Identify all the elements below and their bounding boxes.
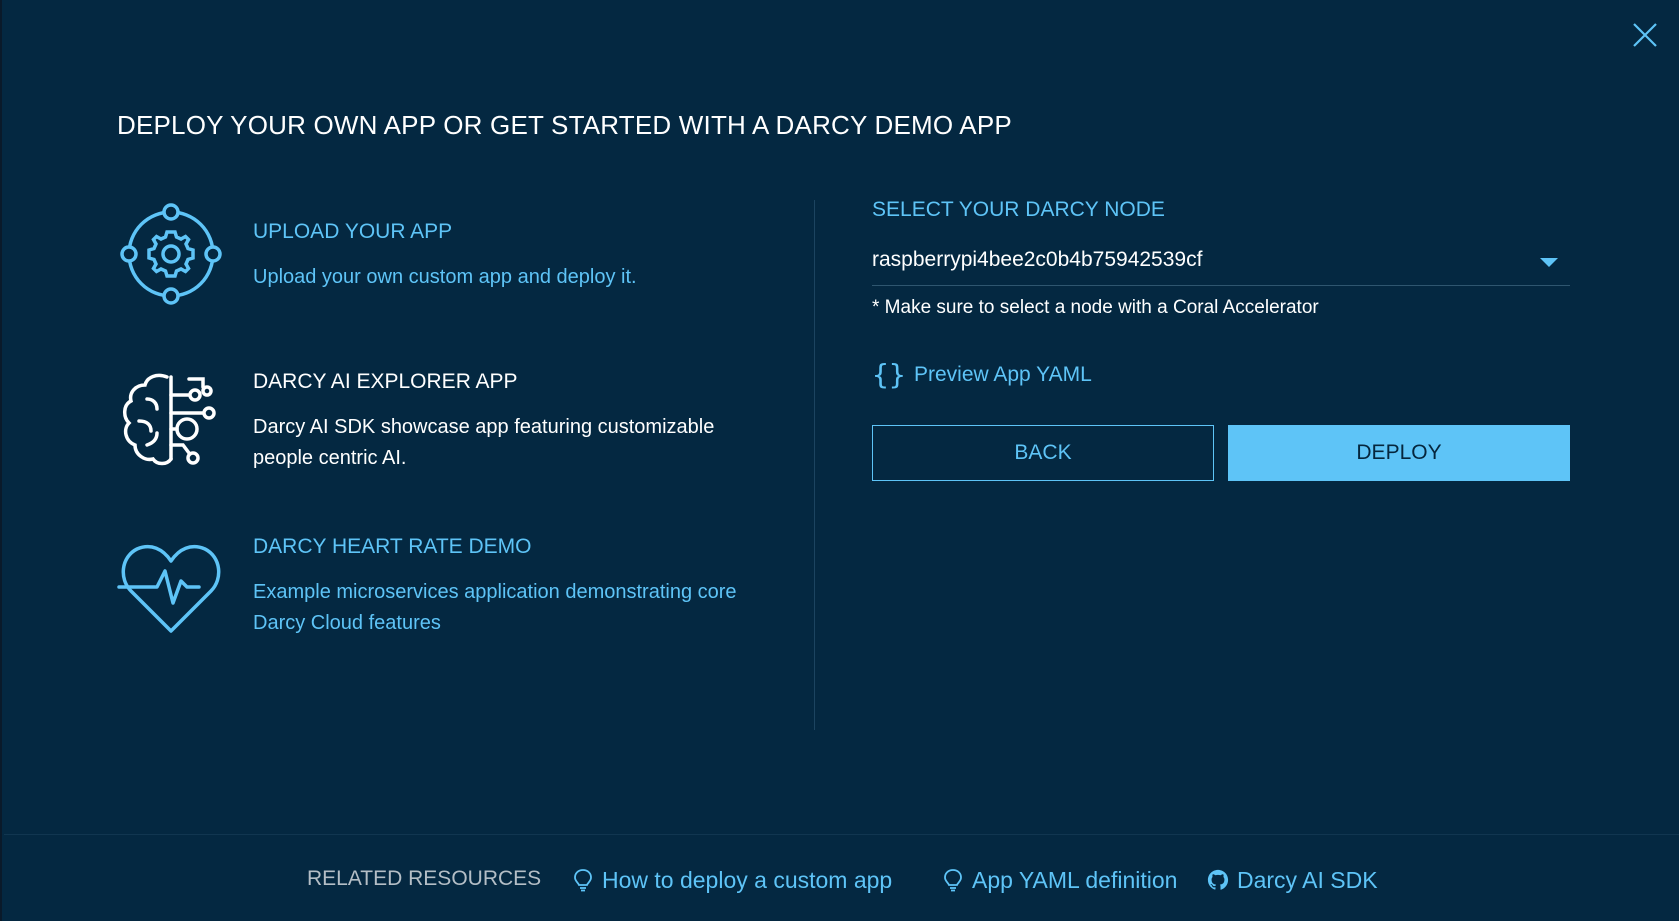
deploy-app-modal: DEPLOY YOUR OWN APP OR GET STARTED WITH … bbox=[0, 0, 1679, 921]
option-description: Upload your own custom app and deploy it… bbox=[253, 266, 637, 288]
node-select-dropdown[interactable]: raspberrypi4bee2c0b4b75942539cf bbox=[872, 240, 1570, 286]
gear-target-icon bbox=[120, 203, 222, 305]
option-ai-explorer-app[interactable]: DARCY AI EXPLORER APP Darcy AI SDK showc… bbox=[117, 365, 777, 475]
node-select-label: SELECT YOUR DARCY NODE bbox=[872, 198, 1165, 221]
lightbulb-icon bbox=[574, 869, 592, 892]
close-icon[interactable] bbox=[1630, 20, 1660, 50]
resource-link-deploy-custom-app[interactable]: How to deploy a custom app bbox=[572, 865, 912, 895]
option-title: UPLOAD YOUR APP bbox=[253, 220, 453, 243]
option-upload-app[interactable]: UPLOAD YOUR APP Upload your own custom a… bbox=[117, 200, 777, 310]
modal-title: DEPLOY YOUR OWN APP OR GET STARTED WITH … bbox=[117, 110, 1012, 140]
option-title: DARCY AI EXPLORER APP bbox=[253, 370, 518, 393]
node-hint-text: * Make sure to select a node with a Cora… bbox=[872, 297, 1319, 318]
resource-link-darcy-ai-sdk[interactable]: Darcy AI SDK bbox=[1207, 865, 1407, 895]
resource-link-text: How to deploy a custom app bbox=[602, 867, 893, 893]
resource-link-text: Darcy AI SDK bbox=[1237, 867, 1378, 893]
brain-circuit-icon bbox=[123, 373, 216, 466]
close-button[interactable] bbox=[1630, 20, 1660, 50]
resource-link-text: App YAML definition bbox=[972, 867, 1178, 893]
option-title: DARCY HEART RATE DEMO bbox=[253, 535, 532, 558]
option-description: Darcy AI SDK showcase app featuring cust… bbox=[253, 416, 715, 469]
node-select-value: raspberrypi4bee2c0b4b75942539cf bbox=[872, 248, 1203, 271]
preview-app-yaml-label: Preview App YAML bbox=[914, 363, 1092, 386]
related-resources-label: RELATED RESOURCES bbox=[307, 867, 542, 890]
related-resources-footer: RELATED RESOURCES How to deploy a custom… bbox=[2, 835, 1679, 921]
resource-link-app-yaml-definition[interactable]: App YAML definition bbox=[942, 865, 1192, 895]
lightbulb-icon bbox=[944, 869, 962, 892]
braces-icon: {} bbox=[872, 358, 906, 391]
chevron-down-icon[interactable] bbox=[1540, 258, 1558, 267]
deploy-button[interactable]: DEPLOY bbox=[1228, 425, 1570, 481]
back-button[interactable]: BACK bbox=[872, 425, 1214, 481]
option-heart-rate-demo[interactable]: DARCY HEART RATE DEMO Example microservi… bbox=[117, 533, 777, 643]
option-description: Example microservices application demons… bbox=[253, 581, 737, 634]
github-icon bbox=[1207, 869, 1229, 890]
vertical-divider bbox=[814, 200, 815, 730]
heart-pulse-icon bbox=[117, 544, 221, 633]
